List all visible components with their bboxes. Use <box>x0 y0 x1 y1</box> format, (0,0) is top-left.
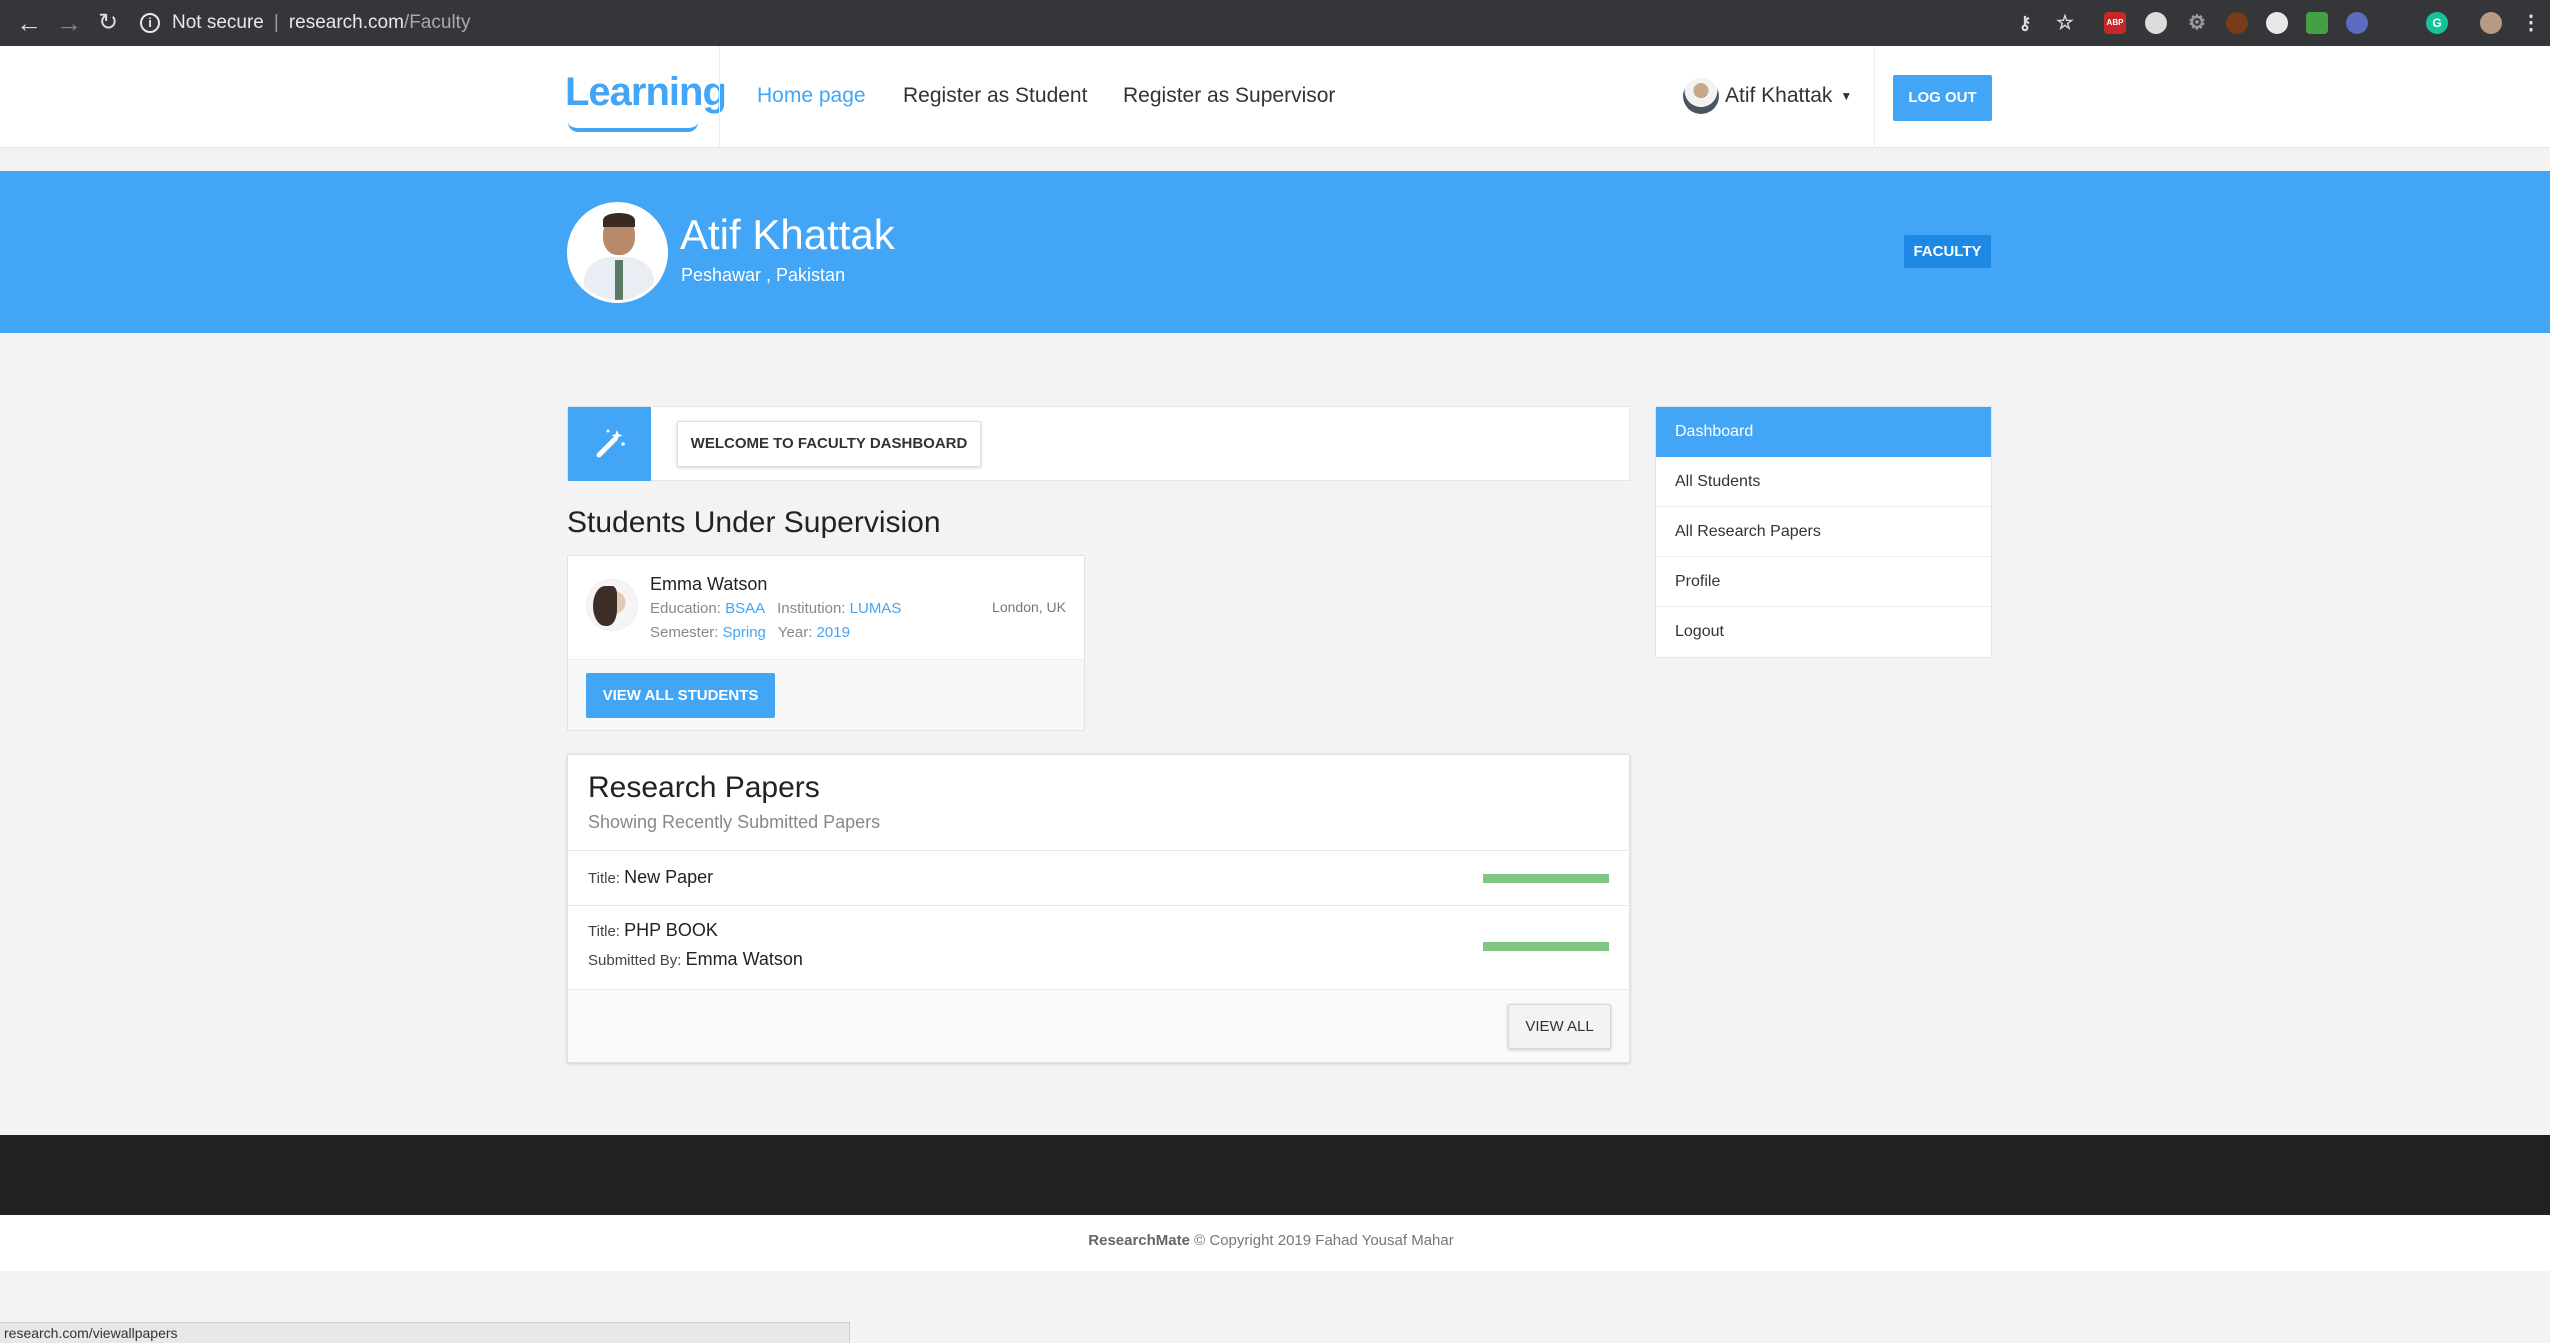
sidebar-item-all-students[interactable]: All Students <box>1656 457 1991 507</box>
student-location: London, UK <box>992 599 1066 615</box>
student-institution: LUMAS <box>849 600 902 617</box>
footer-band <box>0 1135 2550 1215</box>
extension-icon[interactable] <box>2226 12 2248 34</box>
star-icon[interactable]: ☆ <box>2054 12 2076 34</box>
magic-wand-icon <box>568 407 651 481</box>
sidebar-item-all-research-papers[interactable]: All Research Papers <box>1656 507 1991 557</box>
status-bar-url: research.com/viewallpapers <box>0 1322 850 1343</box>
paper-progress-bar <box>1483 942 1609 951</box>
forward-icon[interactable]: → <box>56 10 82 36</box>
nav-register-supervisor[interactable]: Register as Supervisor <box>1123 84 1335 108</box>
copyright-text: ResearchMate © Copyright 2019 Fahad Yous… <box>1088 1232 1454 1249</box>
extension-icon[interactable] <box>2346 12 2368 34</box>
browser-toolbar: ← → ↻ i Not secure | research.com/Faculty ⚷… <box>0 0 2550 46</box>
student-education: BSAA <box>725 600 766 617</box>
logout-button[interactable]: LOG OUT <box>1893 75 1992 121</box>
student-card: Emma Watson Education: BSAA Institution: … <box>567 555 1085 731</box>
table-row[interactable]: Title: New Paper <box>568 850 1629 905</box>
footer-brand: ResearchMate <box>1088 1232 1190 1249</box>
logo-swoosh <box>568 122 698 132</box>
paper-title: PHP BOOK <box>624 920 718 940</box>
extension-icon[interactable] <box>2306 12 2328 34</box>
view-all-students-button[interactable]: VIEW ALL STUDENTS <box>586 673 775 718</box>
profile-avatar <box>567 202 668 303</box>
student-semester-line: Semester: Spring Year: 2019 <box>650 624 850 641</box>
nav-home-page[interactable]: Home page <box>757 84 866 108</box>
nav-register-student[interactable]: Register as Student <box>903 84 1087 108</box>
key-icon[interactable]: ⚷ <box>2014 12 2036 34</box>
profile-icon[interactable] <box>2480 12 2502 34</box>
reload-icon[interactable]: ↻ <box>98 10 118 36</box>
table-row[interactable]: Title: PHP BOOK Submitted By: Emma Watso… <box>568 905 1629 989</box>
paper-progress-fill <box>1483 874 1609 883</box>
back-icon[interactable]: ← <box>16 10 42 36</box>
sidebar-item-dashboard[interactable]: Dashboard <box>1656 407 1991 457</box>
site-logo[interactable]: Learning <box>565 70 727 115</box>
student-name: Emma Watson <box>650 574 768 594</box>
url-path: /Faculty <box>403 12 471 33</box>
profile-location: Peshawar , Pakistan <box>681 265 846 285</box>
settings-icon[interactable]: ⚙ <box>2186 12 2208 34</box>
sidebar-item-logout[interactable]: Logout <box>1656 607 1991 657</box>
address-bar[interactable]: i Not secure | research.com/Faculty <box>140 9 470 37</box>
extension-icon[interactable] <box>2266 12 2288 34</box>
papers-title: Research Papers <box>588 771 820 804</box>
security-label: Not secure <box>172 12 264 33</box>
grammarly-icon[interactable]: G <box>2426 12 2448 34</box>
paper-progress-fill <box>1483 942 1609 951</box>
papers-subtitle: Showing Recently Submitted Papers <box>588 812 881 832</box>
student-year: 2019 <box>816 624 850 641</box>
list-item[interactable]: Emma Watson Education: BSAA Institution: … <box>568 556 1084 660</box>
user-name: Atif Khattak <box>1725 84 1833 107</box>
caret-down-icon: ▼ <box>1840 89 1853 103</box>
site-navbar: Learning Home page Register as Student R… <box>0 46 2550 148</box>
user-menu[interactable]: Atif Khattak ▼ <box>1683 76 1852 116</box>
info-icon[interactable]: i <box>140 12 160 33</box>
profile-name: Atif Khattak <box>680 211 895 258</box>
student-education-line: Education: BSAA Institution: LUMAS <box>650 600 902 617</box>
view-all-papers-button[interactable]: VIEW ALL <box>1508 1004 1611 1049</box>
paper-submitted-by: Emma Watson <box>685 949 803 969</box>
welcome-card: WELCOME TO FACULTY DASHBOARD <box>567 406 1630 481</box>
student-semester: Spring <box>722 624 766 641</box>
role-badge: FACULTY <box>1904 235 1991 268</box>
sidebar-menu: Dashboard All Students All Research Pape… <box>1655 406 1992 658</box>
welcome-button[interactable]: WELCOME TO FACULTY DASHBOARD <box>677 421 981 467</box>
url-host: research.com <box>288 12 404 33</box>
sidebar-item-profile[interactable]: Profile <box>1656 557 1991 607</box>
abp-icon[interactable]: ABP <box>2104 12 2126 34</box>
profile-header: Atif Khattak Peshawar , Pakistan FACULTY <box>0 171 2550 333</box>
student-avatar <box>586 579 638 631</box>
research-papers-card: Research Papers Showing Recently Submitt… <box>567 754 1630 1063</box>
paper-progress-bar <box>1483 874 1609 883</box>
avatar <box>1683 78 1719 114</box>
students-section-title: Students Under Supervision <box>567 506 941 539</box>
extension-icon[interactable] <box>2145 12 2167 34</box>
paper-title: New Paper <box>624 867 714 887</box>
menu-icon[interactable]: ⋮ <box>2520 12 2542 34</box>
